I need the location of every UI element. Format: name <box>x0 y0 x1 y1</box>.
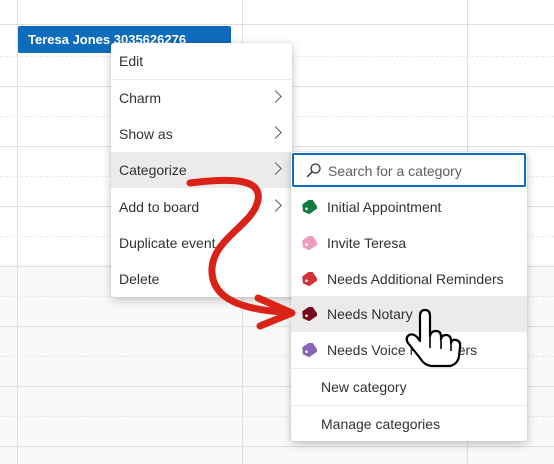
manage-categories-button[interactable]: Manage categories <box>291 406 527 442</box>
grid-row-line <box>0 24 554 25</box>
menu-item-label: Show as <box>119 126 173 142</box>
menu-item-show-as[interactable]: Show as <box>111 116 292 152</box>
menu-item-label: Delete <box>119 271 160 287</box>
tag-icon <box>302 272 317 286</box>
tag-icon <box>302 307 317 321</box>
menu-item-duplicate-event[interactable]: Duplicate event <box>111 225 292 261</box>
menu-item-label: Categorize <box>119 162 187 178</box>
chevron-right-icon <box>269 199 282 212</box>
menu-item-add-to-board[interactable]: Add to board <box>111 189 292 225</box>
menu-item-label: Charm <box>119 90 162 106</box>
category-item[interactable]: Needs Notary <box>291 296 527 332</box>
category-label: Needs Voice Reminders <box>327 342 478 358</box>
category-label: Needs Notary <box>327 306 413 322</box>
menu-item-label: Edit <box>119 53 144 69</box>
tag-icon <box>302 236 317 250</box>
menu-item-charm[interactable]: Charm <box>111 80 292 116</box>
grid-row-line <box>0 446 554 447</box>
menu-item-edit[interactable]: Edit <box>111 43 292 79</box>
menu-item-delete[interactable]: Delete <box>111 261 292 297</box>
event-context-menu: Edit Charm Show as Categorize Add to boa… <box>111 43 292 297</box>
category-search-box[interactable] <box>292 153 526 187</box>
menu-item-categorize[interactable]: Categorize <box>111 152 292 188</box>
chevron-right-icon <box>269 90 282 103</box>
search-icon <box>306 163 321 178</box>
tag-icon <box>302 343 317 357</box>
menu-item-label: Duplicate event <box>119 235 216 251</box>
category-label: Initial Appointment <box>327 199 442 215</box>
category-item[interactable]: Needs Additional Reminders <box>291 261 527 297</box>
tag-icon <box>302 200 317 214</box>
category-label: Needs Additional Reminders <box>327 271 504 287</box>
category-label: Invite Teresa <box>327 235 407 251</box>
grid-column-line <box>17 0 18 464</box>
new-category-button[interactable]: New category <box>291 369 527 405</box>
category-item[interactable]: Invite Teresa <box>291 225 527 261</box>
chevron-right-icon <box>269 162 282 175</box>
category-search-input[interactable] <box>326 155 518 187</box>
category-item[interactable]: Initial Appointment <box>291 189 527 225</box>
categorize-submenu: Initial Appointment Invite Teresa Needs … <box>291 152 527 441</box>
chevron-right-icon <box>269 126 282 139</box>
menu-item-label: Add to board <box>119 199 200 215</box>
category-item[interactable]: Needs Voice Reminders <box>291 332 527 368</box>
